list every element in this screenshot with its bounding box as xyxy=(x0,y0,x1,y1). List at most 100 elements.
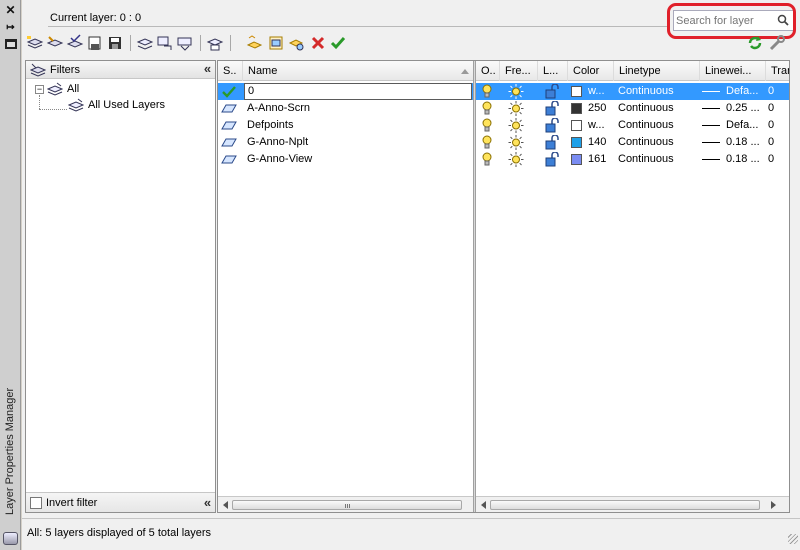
layer-status-cell[interactable] xyxy=(220,83,242,100)
layer-on-cell[interactable] xyxy=(480,83,498,100)
layer-transparency-cell[interactable]: 0 xyxy=(768,134,789,151)
column-header-on[interactable]: O.. xyxy=(476,61,500,81)
layer-color-cell[interactable]: 250 xyxy=(569,100,614,117)
column-header-status[interactable]: S.. xyxy=(218,61,243,81)
layer-name-cell[interactable]: G-Anno-Nplt xyxy=(244,134,473,151)
layer-row[interactable]: 0 xyxy=(218,83,473,100)
new-group-filter-icon[interactable] xyxy=(46,34,64,52)
layer-lock-cell[interactable] xyxy=(544,83,564,100)
layer-color-cell[interactable]: w... xyxy=(569,83,614,100)
column-header-lineweight[interactable]: Linewei... xyxy=(700,61,766,81)
column-header-linetype[interactable]: Linetype xyxy=(614,61,700,81)
settings-icon[interactable] xyxy=(768,34,786,52)
column-header-color[interactable]: Color xyxy=(568,61,614,81)
layer-transparency-cell[interactable]: 0 xyxy=(768,83,789,100)
layer-name[interactable]: 0 xyxy=(244,83,472,100)
layer-lineweight-cell[interactable]: 0.25 ... xyxy=(702,100,766,117)
close-icon[interactable]: ✕ xyxy=(2,3,19,17)
save-icon-b[interactable] xyxy=(106,34,124,52)
new-property-filter-icon[interactable] xyxy=(26,34,44,52)
layer-row[interactable]: G-Anno-Nplt xyxy=(218,134,473,151)
column-header-lock[interactable]: L... xyxy=(538,61,568,81)
refresh-icon[interactable] xyxy=(746,34,764,52)
layer-isolate-icon[interactable] xyxy=(176,34,194,52)
layer-name-cell[interactable]: Defpoints xyxy=(244,117,473,134)
layer-status-cell[interactable] xyxy=(220,151,242,168)
invert-filter-checkbox[interactable] xyxy=(30,497,42,509)
new-layer-icon[interactable] xyxy=(245,34,263,52)
layer-row[interactable]: G-Anno-View xyxy=(218,151,473,168)
scroll-left-icon[interactable] xyxy=(481,501,486,509)
column-header-transparency[interactable]: Tran xyxy=(766,61,789,81)
layer-linetype-cell[interactable]: Continuous xyxy=(618,151,700,168)
layer-color-cell[interactable]: 140 xyxy=(569,134,614,151)
tree-expander-icon[interactable]: − xyxy=(35,85,44,94)
layer-transparency-cell[interactable]: 0 xyxy=(768,151,789,168)
layer-merge-icon[interactable] xyxy=(206,34,224,52)
layer-on-cell[interactable] xyxy=(480,134,498,151)
layer-status-cell[interactable] xyxy=(220,117,242,134)
layer-row-properties[interactable]: 161 Continuous 0.18 ... 0 xyxy=(476,151,789,168)
column-header-freeze[interactable]: Fre... xyxy=(500,61,538,81)
layer-row[interactable]: A-Anno-Scrn xyxy=(218,100,473,117)
delete-layer-icon[interactable] xyxy=(309,34,327,52)
new-layer-frozen-icon[interactable] xyxy=(287,34,305,52)
layer-status-cell[interactable] xyxy=(220,134,242,151)
layer-lock-cell[interactable] xyxy=(544,117,564,134)
layer-row-properties[interactable]: 250 Continuous 0.25 ... 0 xyxy=(476,100,789,117)
layer-freeze-cell[interactable] xyxy=(508,134,528,151)
horizontal-scrollbar[interactable] xyxy=(218,496,473,512)
layer-lineweight-cell[interactable]: 0.18 ... xyxy=(702,134,766,151)
scroll-right-icon[interactable] xyxy=(771,501,776,509)
layer-freeze-cell[interactable] xyxy=(508,117,528,134)
layer-name-cell[interactable]: G-Anno-View xyxy=(244,151,473,168)
layer-linetype-cell[interactable]: Continuous xyxy=(618,100,700,117)
horizontal-scrollbar[interactable] xyxy=(476,496,789,512)
column-splitter[interactable] xyxy=(473,61,476,512)
layer-states-manager-icon[interactable] xyxy=(66,34,84,52)
layer-freeze-cell[interactable] xyxy=(508,151,528,168)
layer-status-cell[interactable] xyxy=(220,100,242,117)
autohide-icon[interactable]: ↦ xyxy=(2,21,19,35)
layer-translate-icon[interactable] xyxy=(156,34,174,52)
scroll-thumb[interactable] xyxy=(490,500,760,510)
layer-lock-cell[interactable] xyxy=(544,100,564,117)
layer-lock-cell[interactable] xyxy=(544,134,564,151)
color-name: 250 xyxy=(588,102,607,114)
collapse-filters-icon[interactable]: « xyxy=(199,496,213,509)
layer-lineweight-cell[interactable]: 0.18 ... xyxy=(702,151,766,168)
layer-linetype-cell[interactable]: Continuous xyxy=(618,134,700,151)
layer-freeze-cell[interactable] xyxy=(508,100,528,117)
layer-row[interactable]: Defpoints xyxy=(218,117,473,134)
layer-color-cell[interactable]: 161 xyxy=(569,151,614,168)
layer-on-cell[interactable] xyxy=(480,100,498,117)
layer-row-properties[interactable]: w... Continuous Defa... 0 xyxy=(476,83,789,100)
new-layer-vp-frozen-icon[interactable] xyxy=(267,34,285,52)
layer-walk-icon[interactable] xyxy=(136,34,154,52)
scroll-thumb[interactable] xyxy=(232,500,462,510)
layer-row-properties[interactable]: w... Continuous Defa... 0 xyxy=(476,117,789,134)
column-header-name[interactable]: Name xyxy=(243,61,473,81)
resize-grip-icon[interactable] xyxy=(788,534,798,544)
layer-on-cell[interactable] xyxy=(480,151,498,168)
layer-lineweight-cell[interactable]: Defa... xyxy=(702,117,766,134)
layer-linetype-cell[interactable]: Continuous xyxy=(618,83,700,100)
layer-list-header-right: O.. Fre... L... Color Linetype Linewei..… xyxy=(476,61,789,81)
layer-on-cell[interactable] xyxy=(480,117,498,134)
collapse-filters-icon[interactable]: « xyxy=(199,62,213,75)
properties-icon[interactable] xyxy=(2,38,19,52)
layer-color-cell[interactable]: w... xyxy=(569,117,614,134)
save-icon-a[interactable] xyxy=(86,34,104,52)
layer-freeze-cell[interactable] xyxy=(508,83,528,100)
layer-transparency-cell[interactable]: 0 xyxy=(768,100,789,117)
layer-lineweight-cell[interactable]: Defa... xyxy=(702,83,766,100)
color-name: w... xyxy=(588,119,605,131)
layer-name-cell[interactable]: 0 xyxy=(244,83,473,100)
set-current-icon[interactable] xyxy=(329,34,347,52)
layer-transparency-cell[interactable]: 0 xyxy=(768,117,789,134)
layer-row-properties[interactable]: 140 Continuous 0.18 ... 0 xyxy=(476,134,789,151)
layer-lock-cell[interactable] xyxy=(544,151,564,168)
layer-name-cell[interactable]: A-Anno-Scrn xyxy=(244,100,473,117)
scroll-left-icon[interactable] xyxy=(223,501,228,509)
layer-linetype-cell[interactable]: Continuous xyxy=(618,117,700,134)
